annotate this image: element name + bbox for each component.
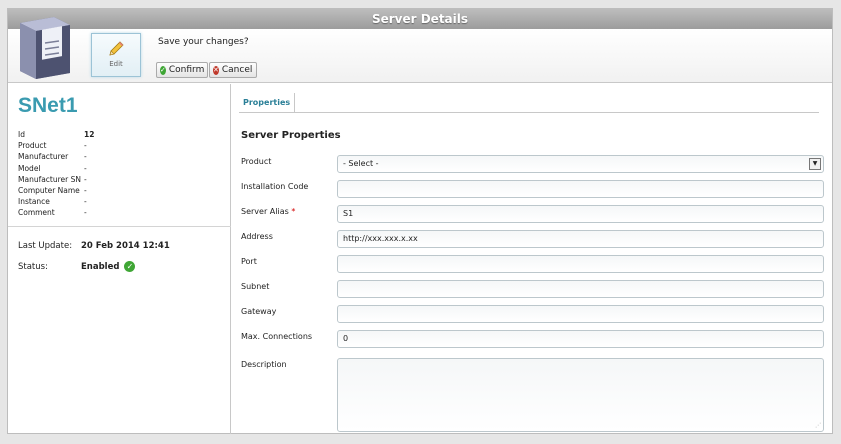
last-update-row: Last Update: 20 Feb 2014 12:41	[18, 241, 170, 251]
status-row: Status: Enabled ✓	[18, 261, 136, 272]
gateway-label: Gateway	[241, 307, 277, 316]
cancel-button[interactable]: ✕ Cancel	[209, 62, 257, 78]
check-icon: ✓	[160, 65, 166, 75]
max-connections-input[interactable]: 0	[337, 330, 824, 348]
tab-bar: Properties	[239, 93, 819, 113]
server-alias-label: Server Alias *	[241, 207, 296, 216]
server-info-list: Id 12 Product - Manufacturer - Model - Manuf…	[18, 129, 218, 219]
toolbar: Edit Save your changes? ✓ Confirm ✕ Canc…	[8, 17, 832, 83]
enabled-check-icon: ✓	[124, 261, 136, 272]
pencil-icon	[109, 41, 124, 56]
properties-panel: Properties Server Properties Product - S…	[232, 84, 833, 434]
description-textarea[interactable]: ⋰	[337, 358, 824, 432]
port-label: Port	[241, 257, 257, 266]
product-select[interactable]: - Select - ▼	[337, 155, 824, 173]
cancel-button-label: Cancel	[221, 65, 253, 75]
info-row-product: Product -	[18, 141, 87, 151]
installation-code-input[interactable]	[337, 180, 824, 198]
cancel-icon: ✕	[213, 65, 219, 75]
address-row: Address http://xxx.xxx.x.xx	[241, 230, 826, 248]
last-update-value: 20 Feb 2014 12:41	[81, 241, 170, 251]
info-row-manufacturer: Manufacturer -	[18, 152, 87, 162]
server-name: SNet1	[18, 94, 78, 117]
address-label: Address	[241, 232, 273, 241]
confirm-button-label: Confirm	[168, 65, 205, 75]
required-marker: *	[291, 207, 296, 216]
info-row-id: Id 12	[18, 130, 95, 139]
edit-button-label: Edit	[109, 60, 123, 68]
server-details-window: Server Details Edit Save your changes? ✓…	[7, 8, 833, 434]
gateway-row: Gateway	[241, 305, 826, 323]
info-row-computer-name: Computer Name -	[18, 185, 87, 195]
gateway-input[interactable]	[337, 305, 824, 323]
info-row-instance: Instance -	[18, 197, 87, 207]
installation-code-label: Installation Code	[241, 182, 309, 191]
max-connections-row: Max. Connections 0	[241, 330, 826, 348]
port-row: Port	[241, 255, 826, 273]
confirm-button[interactable]: ✓ Confirm	[156, 62, 208, 78]
panel-divider	[8, 226, 231, 227]
chevron-down-icon[interactable]: ▼	[809, 158, 821, 170]
status-value: Enabled	[81, 261, 120, 272]
server-summary-panel: SNet1 Id 12 Product - Manufacturer - Model -…	[8, 84, 231, 434]
description-row: Description ⋰	[241, 358, 826, 434]
product-row: Product - Select - ▼	[241, 155, 826, 173]
product-label: Product	[241, 157, 272, 166]
subnet-input[interactable]	[337, 280, 824, 298]
address-input[interactable]: http://xxx.xxx.x.xx	[337, 230, 824, 248]
server-icon	[20, 17, 70, 79]
info-row-model: Model -	[18, 163, 87, 173]
port-input[interactable]	[337, 255, 824, 273]
tab-properties[interactable]: Properties	[239, 93, 296, 113]
window-title: Server Details	[8, 9, 832, 29]
subnet-label: Subnet	[241, 282, 270, 291]
description-label: Description	[241, 360, 287, 369]
server-alias-row: Server Alias * S1	[241, 205, 826, 223]
subnet-row: Subnet	[241, 280, 826, 298]
max-connections-label: Max. Connections	[241, 332, 313, 341]
resize-grip-icon[interactable]: ⋰	[815, 423, 821, 429]
server-alias-input[interactable]: S1	[337, 205, 824, 223]
installation-code-row: Installation Code	[241, 180, 826, 198]
info-row-comment: Comment -	[18, 208, 87, 218]
section-title: Server Properties	[241, 130, 341, 141]
info-row-manufacturer-sn: Manufacturer SN -	[18, 174, 87, 184]
save-changes-prompt: Save your changes?	[158, 37, 249, 47]
edit-button[interactable]: Edit	[91, 33, 141, 77]
